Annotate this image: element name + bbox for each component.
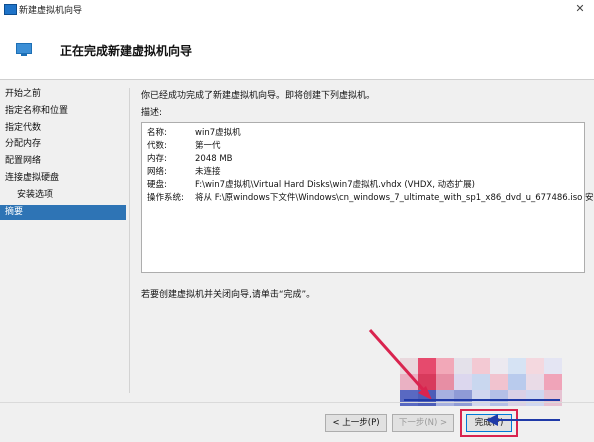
annotation-arrows: [368, 329, 560, 426]
red-arrow-line: [368, 329, 430, 396]
blue-pointer-head: [486, 414, 498, 426]
